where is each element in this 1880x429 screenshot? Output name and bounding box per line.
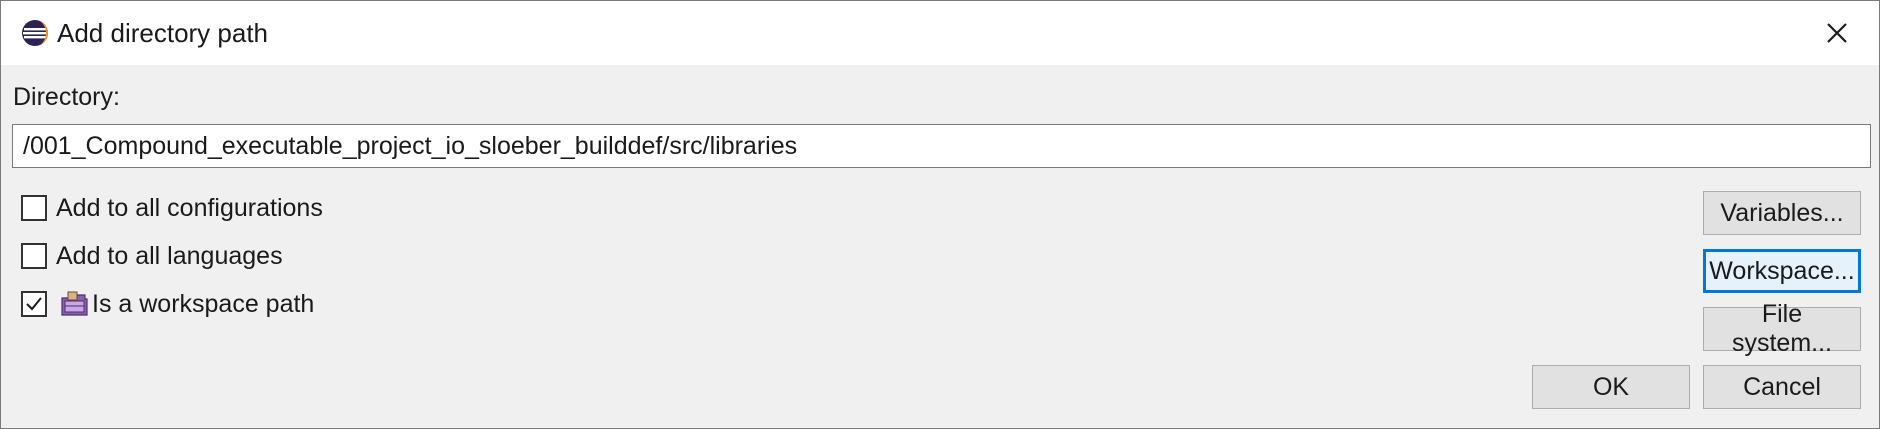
title-bar: Add directory path — [1, 1, 1879, 65]
ok-button[interactable]: OK — [1532, 365, 1690, 409]
directory-label: Directory: — [13, 83, 120, 111]
file-system-button[interactable]: File system... — [1703, 300, 1861, 357]
variables-button[interactable]: Variables... — [1703, 191, 1861, 235]
add-directory-path-dialog: Add directory path Directory: Add to all… — [0, 0, 1880, 429]
checkbox-label: Is a workspace path — [92, 290, 315, 318]
cancel-button[interactable]: Cancel — [1703, 365, 1861, 409]
checkbox-box[interactable] — [21, 243, 47, 269]
add-to-all-languages-checkbox[interactable]: Add to all languages — [21, 239, 283, 273]
add-to-all-configurations-checkbox[interactable]: Add to all configurations — [21, 191, 323, 225]
dialog-title: Add directory path — [57, 18, 269, 48]
close-icon — [1827, 23, 1847, 43]
workspace-button[interactable]: Workspace... — [1703, 249, 1861, 293]
directory-input[interactable] — [12, 124, 1871, 168]
checkbox-box[interactable] — [21, 291, 47, 317]
checkmark-icon — [26, 297, 42, 311]
checkbox-label: Add to all configurations — [56, 194, 323, 222]
checkbox-label: Add to all languages — [56, 242, 283, 270]
workspace-folder-icon — [61, 291, 88, 316]
is-a-workspace-path-checkbox[interactable]: Is a workspace path — [21, 287, 314, 321]
close-button[interactable] — [1819, 15, 1855, 51]
checkbox-box[interactable] — [21, 195, 47, 221]
eclipse-icon — [22, 20, 48, 46]
